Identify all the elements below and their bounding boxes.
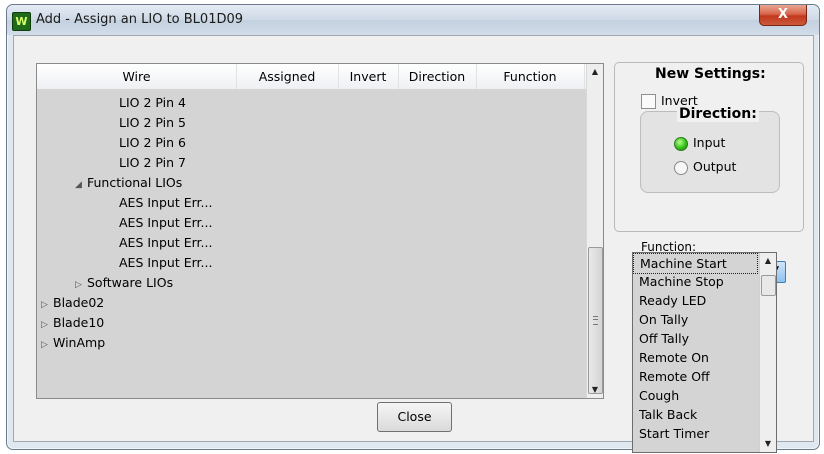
grip-icon (593, 316, 598, 325)
tree-group-software-lios[interactable]: ▷ Software LIOs (37, 273, 603, 295)
close-button[interactable]: Close (377, 402, 452, 432)
input-radio[interactable] (674, 137, 688, 151)
column-header-wire[interactable]: Wire (37, 64, 237, 89)
dropdown-scrollbar-thumb[interactable] (761, 275, 776, 296)
title-bar[interactable]: W Add - Assign an LIO to BL01D09 X (7, 5, 819, 35)
dropdown-option-remote-on[interactable]: Remote On (633, 348, 763, 367)
dropdown-option-off-tally[interactable]: Off Tally (633, 329, 763, 348)
list-item[interactable]: AES Input Err... (37, 193, 603, 213)
dropdown-option-talk-back[interactable]: Talk Back (633, 405, 763, 424)
list-item[interactable]: AES Input Err... (37, 253, 603, 273)
list-item[interactable]: LIO 2 Pin 6 (37, 133, 603, 153)
dropdown-option-start-timer[interactable]: Start Timer (633, 424, 763, 443)
new-settings-title: New Settings: (653, 66, 768, 82)
new-settings-group: New Settings: Invert Direction: Input Ou… (614, 62, 804, 232)
expand-triangle-icon[interactable]: ▷ (75, 275, 87, 295)
direction-group: Direction: Input Output (640, 106, 780, 193)
dropdown-option-ready-led[interactable]: Ready LED (633, 291, 763, 310)
tree-group-winamp[interactable]: ▷ WinAmp (37, 333, 590, 353)
window-title: Add - Assign an LIO to BL01D09 (36, 12, 244, 27)
tree-group-label: Blade10 (53, 315, 105, 330)
tree-group-blade10[interactable]: ▷ Blade10 (37, 313, 590, 333)
input-radio-label[interactable]: Input (693, 135, 725, 150)
expand-triangle-icon[interactable]: ▷ (41, 295, 53, 315)
column-header-function[interactable]: Function (476, 64, 585, 89)
list-item[interactable]: LIO 2 Pin 7 (37, 153, 603, 173)
collapse-triangle-icon[interactable]: ◢ (75, 175, 87, 195)
scroll-down-arrow-icon[interactable]: ▼ (587, 382, 603, 398)
column-header-invert[interactable]: Invert (338, 64, 399, 89)
list-vertical-scrollbar[interactable]: ▲ ▼ (586, 64, 603, 398)
expand-triangle-icon[interactable]: ▷ (41, 315, 53, 335)
tree-group-label: Functional LIOs (87, 175, 183, 190)
list-item-label: LIO 2 Pin 4 (119, 95, 186, 110)
app-logo-icon: W (12, 12, 31, 31)
expand-triangle-icon[interactable]: ▷ (41, 335, 53, 355)
list-item[interactable]: AES Input Err... (37, 233, 603, 253)
list-item-label: AES Input Err... (119, 255, 213, 270)
tree-group-blade02[interactable]: ▷ Blade02 (37, 293, 590, 313)
lio-tree-list[interactable]: Wire Assigned Invert Direction Function … (36, 63, 604, 399)
column-header-direction[interactable]: Direction (398, 64, 477, 89)
output-radio[interactable] (674, 161, 688, 175)
column-header-assigned[interactable]: Assigned (236, 64, 339, 89)
list-item-label: AES Input Err... (119, 215, 213, 230)
dropdown-option-remote-off[interactable]: Remote Off (633, 367, 763, 386)
tree-group-functional-lios[interactable]: ◢ Functional LIOs (37, 173, 603, 195)
list-item-label: AES Input Err... (119, 195, 213, 210)
direction-title: Direction: (677, 106, 759, 122)
scroll-down-arrow-icon[interactable]: ▼ (760, 436, 776, 452)
dropdown-option-machine-stop[interactable]: Machine Stop (633, 272, 763, 291)
invert-checkbox[interactable] (641, 94, 656, 109)
list-item-label: AES Input Err... (119, 235, 213, 250)
scroll-up-arrow-icon[interactable]: ▲ (760, 253, 776, 269)
tree-group-label: WinAmp (53, 335, 106, 350)
tree-group-label: Software LIOs (87, 275, 174, 290)
output-radio-label[interactable]: Output (693, 159, 736, 174)
scroll-up-arrow-icon[interactable]: ▲ (587, 64, 603, 80)
list-item-label: LIO 2 Pin 5 (119, 115, 186, 130)
list-header: Wire Assigned Invert Direction Function (37, 64, 586, 90)
tree-group-label: Blade02 (53, 295, 105, 310)
dropdown-option-on-tally[interactable]: On Tally (633, 310, 763, 329)
list-item[interactable]: AES Input Err... (37, 213, 603, 233)
dropdown-option-cough[interactable]: Cough (633, 386, 763, 405)
window-close-button[interactable]: X (759, 5, 807, 26)
list-item-label: LIO 2 Pin 6 (119, 135, 186, 150)
list-item[interactable]: LIO 2 Pin 4 (37, 93, 603, 113)
list-item-label: LIO 2 Pin 7 (119, 155, 186, 170)
scrollbar-thumb[interactable] (588, 247, 603, 394)
dropdown-scrollbar[interactable]: ▲ ▼ (759, 253, 776, 452)
dropdown-option-machine-start[interactable]: Machine Start (633, 253, 758, 274)
list-item[interactable]: LIO 2 Pin 5 (37, 113, 603, 133)
function-dropdown-list[interactable]: Machine Start Machine Stop Ready LED On … (632, 252, 777, 453)
